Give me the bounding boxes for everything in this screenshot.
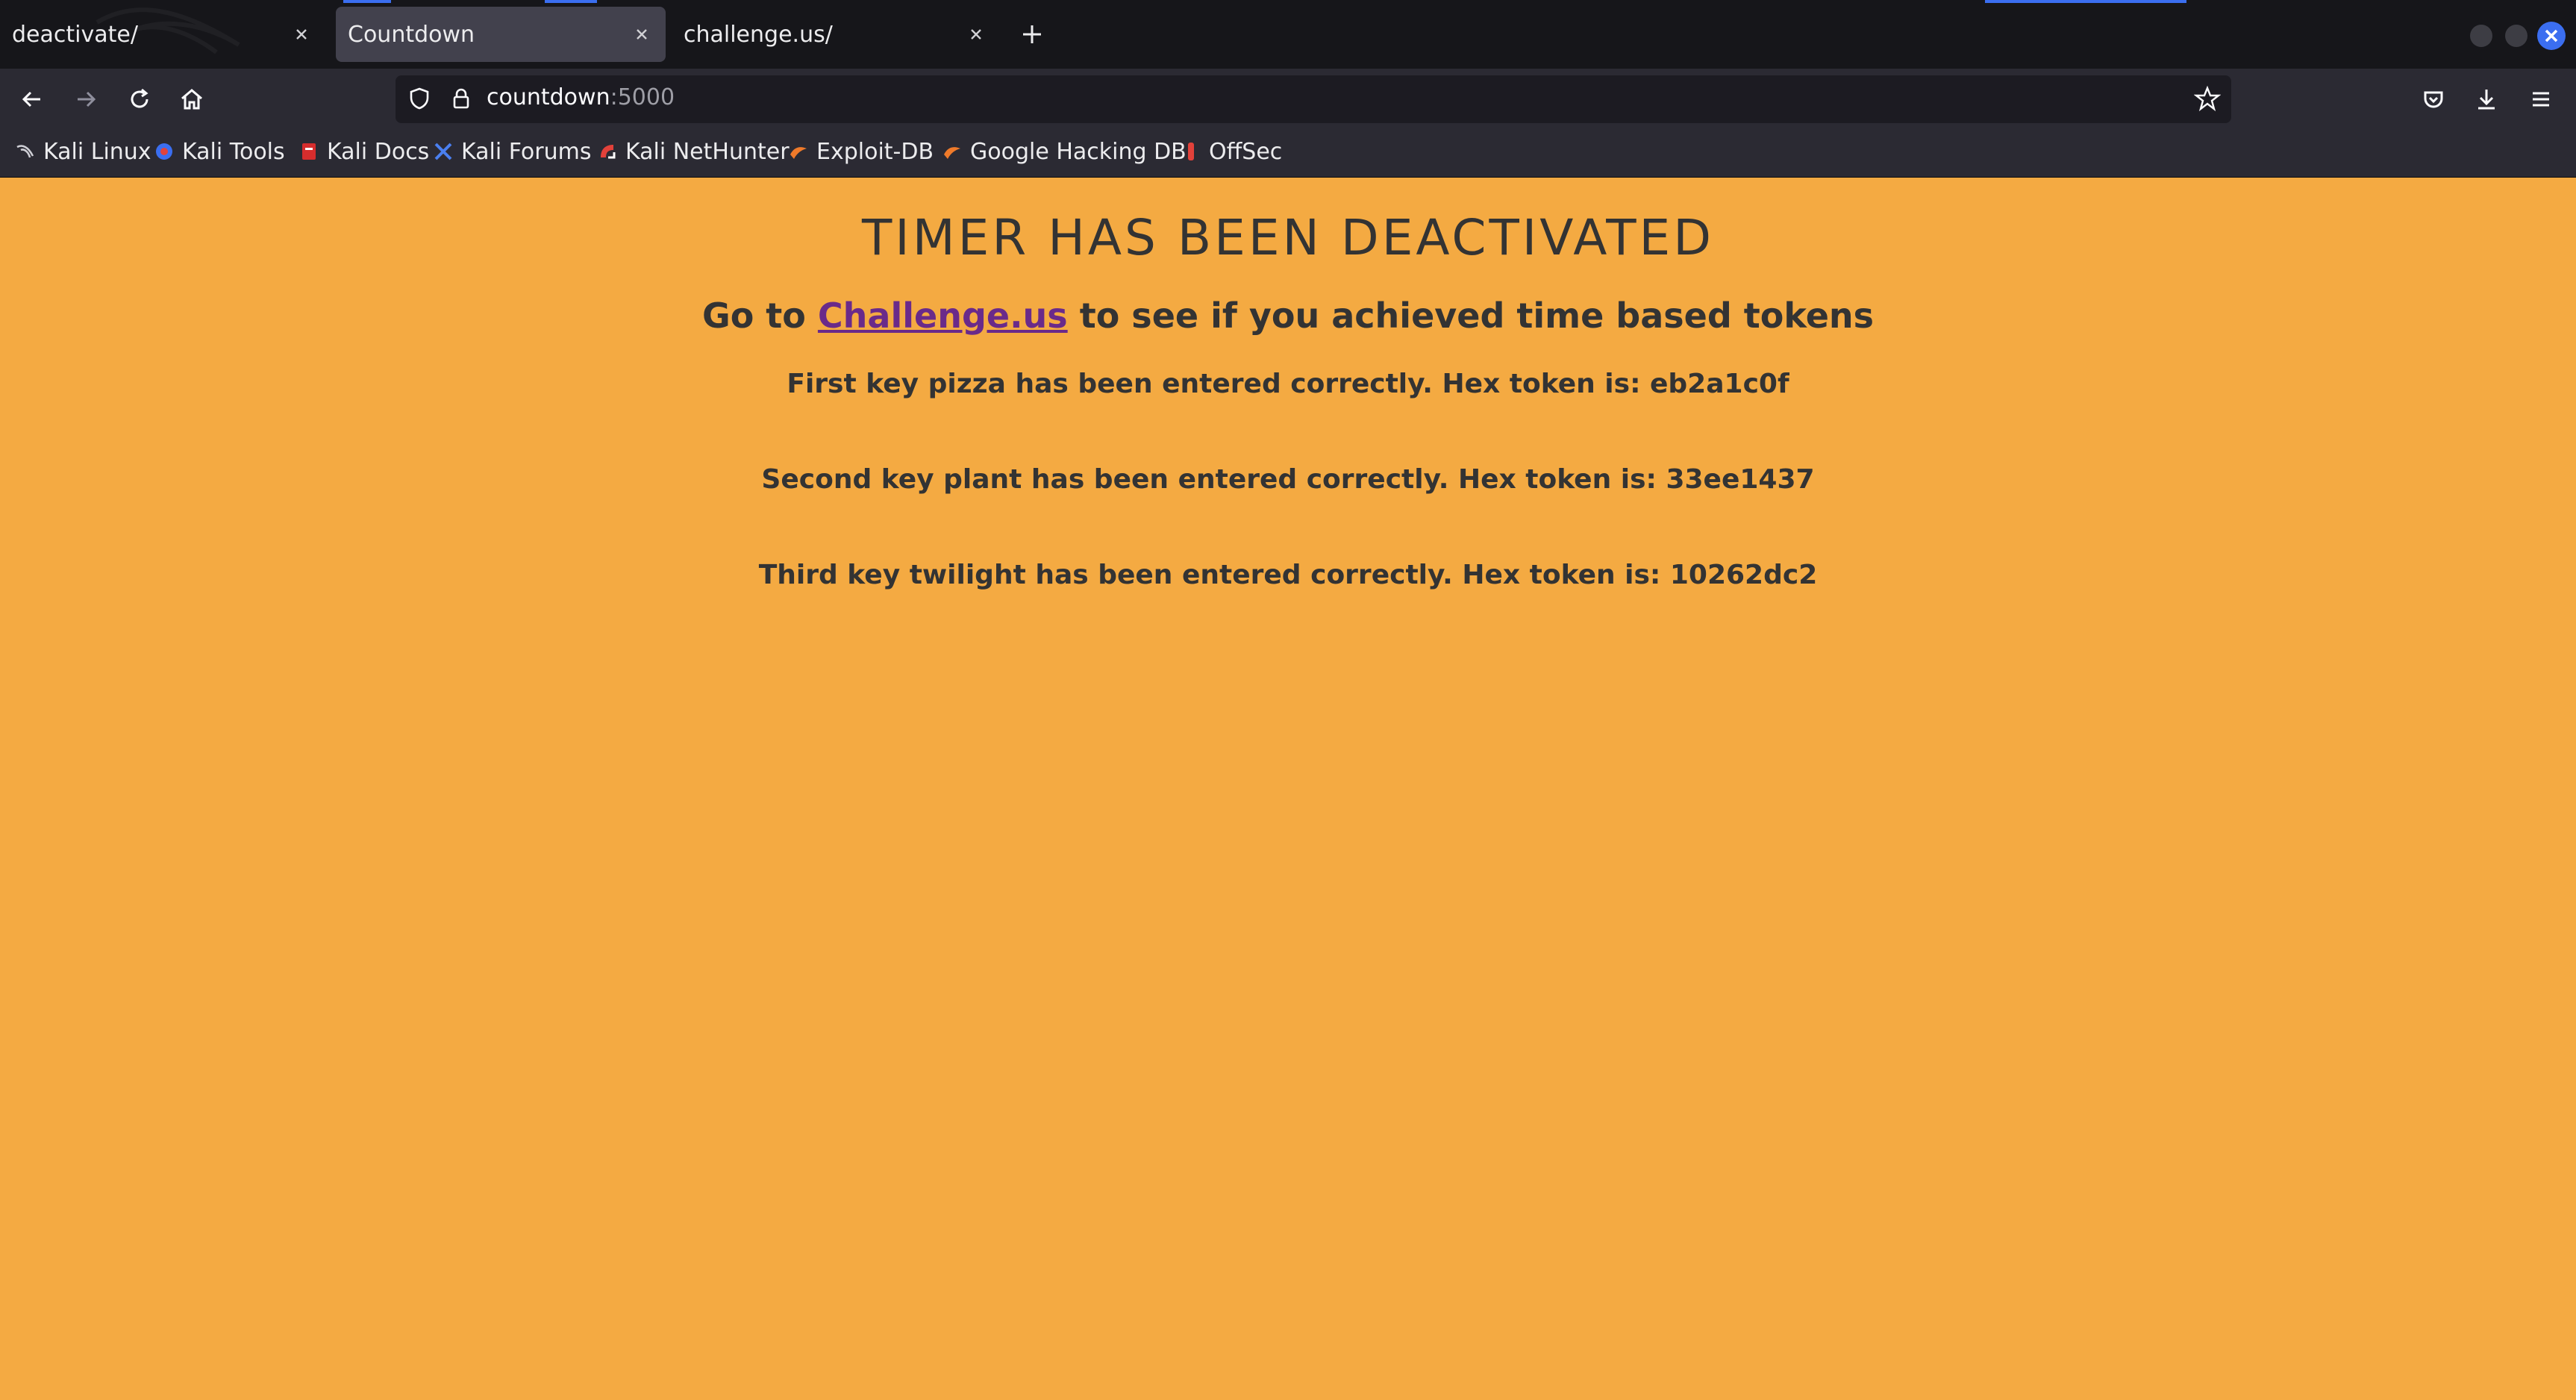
exploit-db-icon xyxy=(790,147,807,159)
download-icon[interactable] xyxy=(2471,84,2502,115)
token-line-first: First key pizza has been entered correct… xyxy=(787,369,1789,399)
page-subtitle: Go to Challenge.us to see if you achieve… xyxy=(0,296,2576,336)
url-port: :5000 xyxy=(610,84,675,110)
url-text[interactable]: countdown:5000 xyxy=(487,84,675,110)
bookmark-kali-linux[interactable]: Kali Linux xyxy=(15,137,151,166)
bookmark-kali-docs[interactable]: Kali Docs xyxy=(298,137,429,166)
bookmark-kali-tools[interactable]: Kali Tools xyxy=(154,137,285,166)
bookmark-label: Kali Forums xyxy=(461,138,592,165)
back-arrow-icon[interactable] xyxy=(16,84,48,115)
token-line-second: Second key plant has been entered correc… xyxy=(761,464,1815,495)
pocket-icon[interactable] xyxy=(2418,84,2449,115)
new-tab-plus-icon[interactable] xyxy=(1019,21,1045,48)
kali-tools-icon xyxy=(156,143,172,160)
bookmark-label: Kali Docs xyxy=(327,138,430,165)
bookmark-star-icon[interactable] xyxy=(2194,85,2221,112)
lock-icon[interactable] xyxy=(448,85,475,112)
menu-hamburger-icon[interactable] xyxy=(2525,84,2557,115)
subtitle-prefix: Go to xyxy=(701,296,806,336)
tab-strip: deactivate/ Countdown challenge.us/ xyxy=(0,0,2576,69)
minimize-window-button[interactable] xyxy=(2470,25,2492,47)
offsec-icon xyxy=(1188,143,1194,160)
bookmark-label: Kali NetHunter xyxy=(625,138,790,165)
bookmark-kali-nethunter[interactable]: Kali NetHunter xyxy=(597,137,790,166)
tab-title: deactivate/ xyxy=(12,21,138,48)
tab-loading-indicator xyxy=(1985,0,2186,3)
tab-title: challenge.us/ xyxy=(684,21,833,48)
tab-deactivate[interactable]: deactivate/ xyxy=(0,7,325,62)
bookmark-label: OffSec xyxy=(1209,138,1283,165)
tab-countdown[interactable]: Countdown xyxy=(336,7,666,62)
kali-docs-icon xyxy=(302,143,316,160)
nethunter-icon xyxy=(601,145,616,159)
kali-dragon-icon xyxy=(16,145,34,158)
bookmark-label: Kali Tools xyxy=(182,138,285,165)
challenge-us-link[interactable]: Challenge.us xyxy=(818,296,1068,336)
tab-loading-indicator xyxy=(343,0,391,3)
forward-arrow-icon[interactable] xyxy=(70,84,101,115)
page-title: TIMER HAS BEEN DEACTIVATED xyxy=(861,209,1715,266)
maximize-window-button[interactable] xyxy=(2505,25,2527,47)
bookmark-kali-forums[interactable]: Kali Forums xyxy=(433,137,591,166)
url-host: countdown xyxy=(487,84,610,110)
bookmark-label: Kali Linux xyxy=(43,138,151,165)
bookmark-offsec[interactable]: OffSec xyxy=(1181,137,1282,166)
bookmark-label: Exploit-DB xyxy=(816,138,934,165)
close-window-button[interactable] xyxy=(2537,22,2566,50)
bookmark-google-hacking-db[interactable]: Google Hacking DB xyxy=(942,137,1187,166)
close-icon[interactable] xyxy=(967,25,985,43)
tab-challenge[interactable]: challenge.us/ xyxy=(672,7,1000,62)
ghdb-icon xyxy=(944,147,960,159)
close-icon xyxy=(2545,29,2558,43)
home-icon[interactable] xyxy=(176,84,207,115)
close-icon[interactable] xyxy=(633,25,651,43)
close-icon[interactable] xyxy=(293,25,310,43)
kali-forums-icon xyxy=(434,143,452,160)
reload-icon[interactable] xyxy=(124,84,155,115)
subtitle-suffix: to see if you achieved time based tokens xyxy=(1079,296,1875,336)
page-content: TIMER HAS BEEN DEACTIVATED Go to Challen… xyxy=(0,178,2576,1400)
shield-icon[interactable] xyxy=(406,85,433,112)
bookmark-exploit-db[interactable]: Exploit-DB xyxy=(788,137,934,166)
tab-title: Countdown xyxy=(348,21,475,48)
bookmark-label: Google Hacking DB xyxy=(970,138,1187,165)
token-line-third: Third key twilight has been entered corr… xyxy=(758,560,1818,590)
tab-loading-indicator xyxy=(545,0,597,3)
